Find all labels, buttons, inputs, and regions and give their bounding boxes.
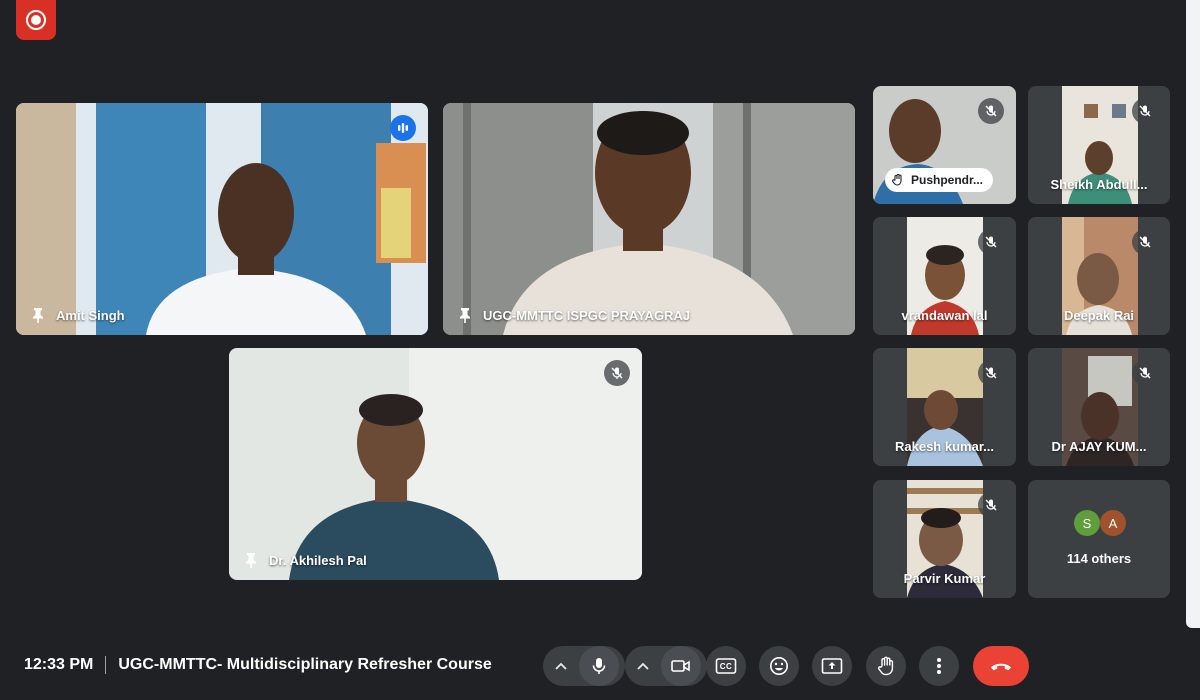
avatar-letter: A: [1108, 515, 1118, 531]
muted-indicator: [604, 360, 630, 386]
muted-indicator: [978, 229, 1004, 255]
video-feed: [16, 103, 428, 335]
participant-name: Dr AJAY KUM...: [1028, 439, 1170, 454]
meeting-info: 12:33 PM UGC-MMTTC- Multidisciplinary Re…: [24, 656, 492, 674]
participant-name-text: Dr AJAY KUM...: [1051, 439, 1147, 454]
meeting-title: UGC-MMTTC- Multidisciplinary Refresher C…: [118, 656, 492, 673]
speaking-indicator: [390, 115, 416, 141]
mic-off-icon: [985, 105, 997, 117]
participant-name-text: Parvir Kumar: [903, 571, 986, 586]
pin-icon[interactable]: [241, 550, 261, 570]
captions-label: CC: [719, 661, 733, 671]
muted-indicator: [978, 360, 1004, 386]
video-feed: [443, 103, 855, 335]
camera-button[interactable]: [661, 646, 701, 686]
participant-tile-rakesh-kumar[interactable]: Rakesh kumar...: [873, 348, 1016, 466]
muted-indicator: [1132, 360, 1158, 386]
mic-off-icon: [1139, 105, 1151, 117]
present-screen-icon: [821, 658, 843, 674]
avatar: S: [1074, 510, 1100, 536]
leave-call-button[interactable]: [973, 646, 1029, 686]
participant-name: Amit Singh: [28, 305, 125, 325]
side-panel-edge: [1186, 0, 1200, 628]
mic-off-icon: [611, 367, 623, 379]
chevron-up-icon: [555, 662, 567, 670]
mic-off-icon: [1139, 236, 1151, 248]
chevron-up-icon: [637, 662, 649, 670]
participant-name: vrandawan lal: [873, 308, 1016, 323]
participant-name: Deepak Rai: [1028, 308, 1170, 323]
mic-button[interactable]: [579, 646, 619, 686]
participant-tile-deepak-rai[interactable]: Deepak Rai: [1028, 217, 1170, 335]
mic-off-icon: [985, 236, 997, 248]
muted-indicator: [978, 492, 1004, 518]
hand-icon: [877, 656, 894, 676]
participant-name: Parvir Kumar: [873, 571, 1016, 586]
captions-button[interactable]: CC: [706, 646, 746, 686]
others-tile[interactable]: S A 114 others: [1028, 480, 1170, 598]
audio-level-icon: [398, 123, 408, 133]
mic-off-icon: [985, 367, 997, 379]
participant-tile-pushpendr[interactable]: Pushpendr...: [873, 86, 1016, 204]
participant-tile-parvir-kumar[interactable]: Parvir Kumar: [873, 480, 1016, 598]
participant-name-text: Dr. Akhilesh Pal: [269, 552, 367, 568]
muted-indicator: [978, 98, 1004, 124]
mic-off-icon: [985, 499, 997, 511]
video-feed: [229, 348, 642, 580]
mic-off-icon: [1139, 367, 1151, 379]
pin-icon[interactable]: [455, 305, 475, 325]
participant-name: Rakesh kumar...: [873, 439, 1016, 454]
participant-tile-akhilesh-pal[interactable]: Dr. Akhilesh Pal: [229, 348, 642, 580]
participant-name: UGC-MMTTC ISPGC PRAYAGRAJ: [455, 305, 690, 325]
muted-indicator: [1132, 229, 1158, 255]
raise-hand-button[interactable]: [866, 646, 906, 686]
participant-tile-dr-ajay-kum[interactable]: Dr AJAY KUM...: [1028, 348, 1170, 466]
participant-name-text: Sheikh Abdull...: [1050, 177, 1148, 192]
participant-name-text: Amit Singh: [56, 307, 125, 323]
participant-name-text: Pushpendr...: [911, 173, 984, 187]
record-icon: [26, 10, 46, 30]
meeting-time: 12:33 PM: [24, 656, 94, 673]
muted-indicator: [1132, 98, 1158, 124]
others-count: 114 others: [1066, 551, 1132, 566]
participant-tile-ugc-mmttc[interactable]: UGC-MMTTC ISPGC PRAYAGRAJ: [443, 103, 855, 335]
recording-indicator[interactable]: [16, 0, 56, 40]
raised-hand-chip[interactable]: Pushpendr...: [885, 168, 994, 192]
call-end-icon: [991, 663, 1011, 671]
emoji-icon: [770, 657, 788, 675]
participant-tile-amit-singh[interactable]: Amit Singh: [16, 103, 428, 335]
camera-control: [625, 646, 707, 686]
participant-name: Sheikh Abdull...: [1028, 177, 1170, 192]
divider: [105, 656, 107, 674]
mic-icon: [592, 658, 606, 674]
participant-name-text: Rakesh kumar...: [895, 439, 994, 454]
participant-name-text: Deepak Rai: [1063, 308, 1135, 323]
avatar: A: [1100, 510, 1126, 536]
hand-raised-icon: [892, 173, 902, 186]
participant-name: Dr. Akhilesh Pal: [241, 550, 367, 570]
avatar-letter: S: [1082, 515, 1092, 531]
audio-options-button[interactable]: [543, 662, 579, 670]
participant-name-text: UGC-MMTTC ISPGC PRAYAGRAJ: [483, 307, 691, 323]
present-button[interactable]: [812, 646, 852, 686]
participant-tile-vrandawan-lal[interactable]: vrandawan lal: [873, 217, 1016, 335]
mic-control: [543, 646, 625, 686]
participant-tile-sheikh-abdull[interactable]: Sheikh Abdull...: [1028, 86, 1170, 204]
camera-icon: [671, 660, 690, 672]
reactions-button[interactable]: [759, 646, 799, 686]
more-vert-icon: [937, 658, 941, 674]
more-options-button[interactable]: [919, 646, 959, 686]
video-options-button[interactable]: [625, 662, 661, 670]
pin-icon[interactable]: [28, 305, 48, 325]
participant-name-text: vrandawan lal: [901, 308, 988, 323]
